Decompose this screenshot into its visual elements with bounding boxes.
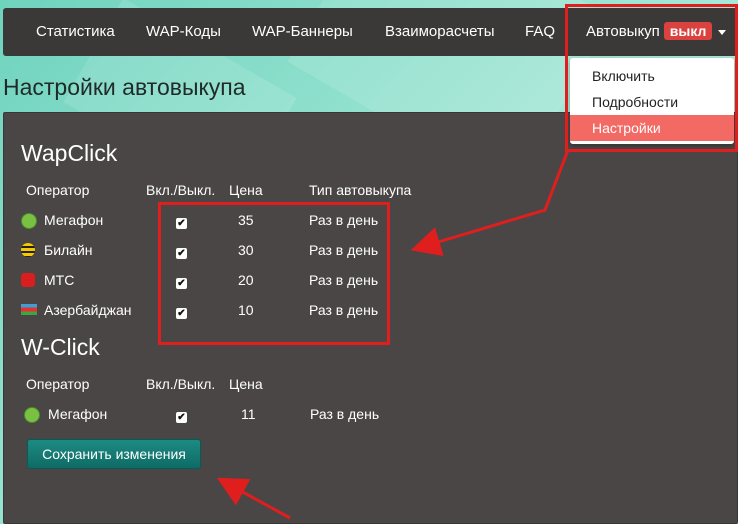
operator-name: Билайн xyxy=(44,242,93,258)
autobuy-type[interactable]: Раз в день xyxy=(310,406,379,422)
save-changes-button[interactable]: Сохранить изменения xyxy=(27,439,201,469)
nav-item-settlements[interactable]: Взаиморасчеты xyxy=(385,8,495,56)
dropdown-item-settings[interactable]: Настройки xyxy=(570,115,734,141)
nav-item-wap-banners[interactable]: WAP-Баннеры xyxy=(252,8,353,56)
column-header-toggle: Вкл./Выкл. xyxy=(146,376,216,392)
settings-panel: WapClick Оператор Вкл./Выкл. Цена Тип ав… xyxy=(3,112,738,524)
column-header-price: Цена xyxy=(229,376,263,392)
operator-name: Мегафон xyxy=(48,406,108,422)
price-value: 20 xyxy=(238,272,254,288)
chevron-down-icon xyxy=(718,29,727,35)
price-value: 11 xyxy=(241,406,256,422)
price-value: 30 xyxy=(238,242,254,258)
enable-checkbox[interactable]: ✔ xyxy=(176,412,187,423)
enable-checkbox[interactable]: ✔ xyxy=(176,308,187,319)
autobuy-type[interactable]: Раз в день xyxy=(309,212,378,228)
autobuy-type[interactable]: Раз в день xyxy=(309,272,378,288)
dropdown-item-enable[interactable]: Включить xyxy=(570,63,734,89)
autobuy-type[interactable]: Раз в день xyxy=(309,302,378,318)
price-value: 35 xyxy=(238,212,254,228)
column-header-type: Тип автовыкупа xyxy=(309,182,412,198)
nav-item-statistics[interactable]: Статистика xyxy=(36,8,115,56)
autobuy-status-badge: выкл xyxy=(663,22,713,40)
wclick-title: W-Click xyxy=(21,334,100,360)
nav-item-wap-codes[interactable]: WAP-Коды xyxy=(146,8,221,56)
enable-checkbox[interactable]: ✔ xyxy=(176,278,187,289)
page-title: Настройки автовыкупа xyxy=(3,74,246,100)
enable-checkbox[interactable]: ✔ xyxy=(176,218,187,229)
megafon-icon xyxy=(24,407,40,423)
operator-name: Азербайджан xyxy=(44,302,132,318)
autobuy-dropdown-menu: Включить Подробности Настройки xyxy=(570,58,734,144)
enable-checkbox[interactable]: ✔ xyxy=(176,248,187,259)
mts-icon xyxy=(21,273,35,287)
nav-item-faq[interactable]: FAQ xyxy=(525,8,555,56)
nav-item-autobuy[interactable]: Автовыкуп выкл xyxy=(586,8,727,56)
autobuy-label: Автовыкуп xyxy=(586,23,660,40)
top-navbar: Статистика WAP-Коды WAP-Баннеры Взаимора… xyxy=(3,8,738,56)
azerbaijan-flag-icon xyxy=(21,304,37,315)
column-header-operator: Оператор xyxy=(26,376,90,392)
autobuy-type[interactable]: Раз в день xyxy=(309,242,378,258)
column-header-operator: Оператор xyxy=(26,182,90,198)
operator-name: МТС xyxy=(44,272,75,288)
dropdown-item-details[interactable]: Подробности xyxy=(570,89,734,115)
column-header-price: Цена xyxy=(229,182,263,198)
wapclick-title: WapClick xyxy=(21,140,118,166)
beeline-icon xyxy=(21,243,35,257)
price-value: 10 xyxy=(238,302,254,318)
megafon-icon xyxy=(21,213,37,229)
operator-name: Мегафон xyxy=(44,212,104,228)
column-header-toggle: Вкл./Выкл. xyxy=(146,182,216,198)
